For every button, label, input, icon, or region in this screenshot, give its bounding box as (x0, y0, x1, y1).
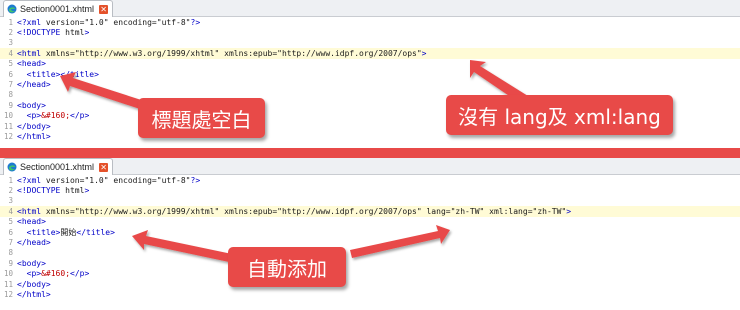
callout-no-lang: 沒有 lang及 xml:lang (446, 95, 673, 135)
callout-auto-added: 自動添加 (228, 247, 346, 287)
annotation-arrows (60, 60, 627, 262)
arrow-to-new-title (132, 230, 232, 262)
callout-title-blank: 標題處空白 (138, 98, 265, 138)
arrow-to-lang-attrs (350, 225, 450, 258)
